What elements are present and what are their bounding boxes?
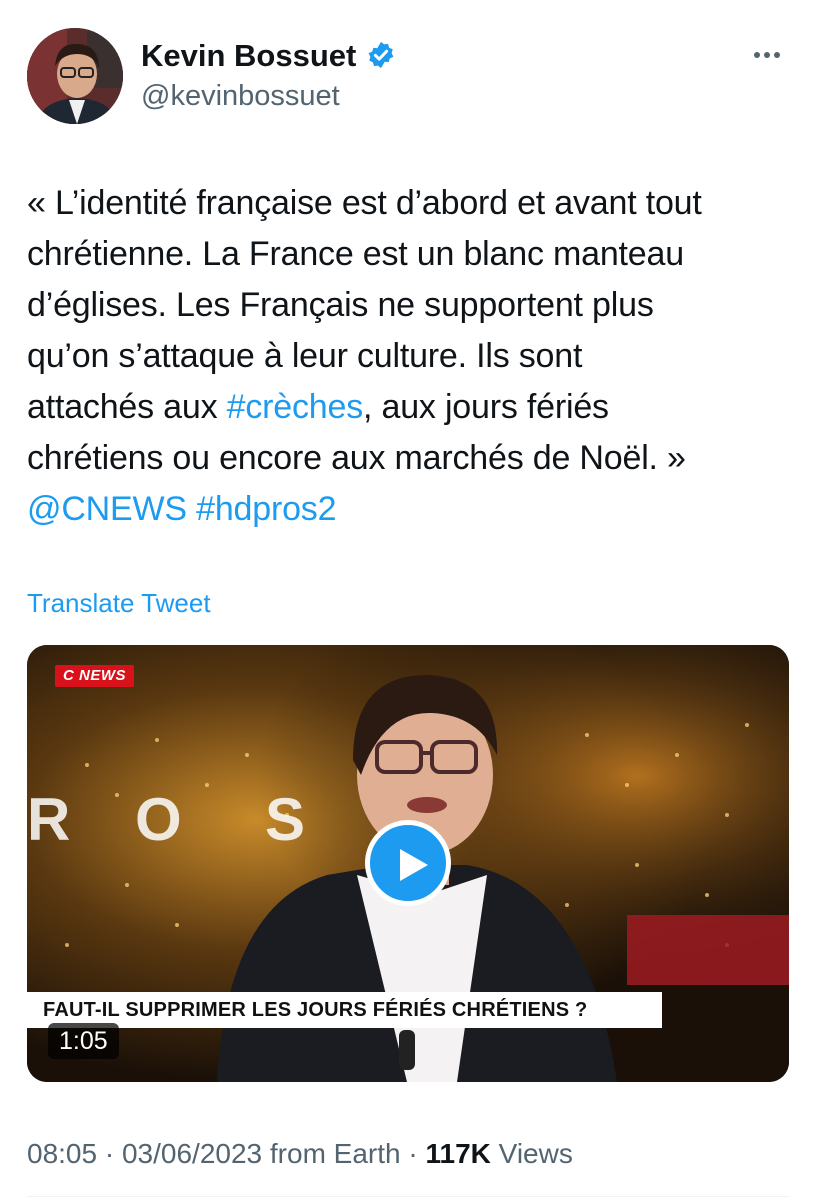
video-player[interactable]: R O S C NEWS FAUT-IL SUPPRIMER LES JOURS… — [27, 645, 789, 1082]
play-icon — [400, 849, 428, 881]
text-segment: , aux jours fériés — [363, 388, 609, 426]
avatar[interactable] — [27, 28, 123, 124]
separator: · — [97, 1138, 122, 1169]
hashtag-creches-link[interactable]: #crèches — [227, 388, 364, 426]
text-segment: d’églises. Les Français ne supportent pl… — [27, 286, 654, 324]
play-button[interactable] — [365, 820, 451, 906]
tweet-line: chrétiens ou encore aux marchés de Noël.… — [27, 433, 797, 484]
separator: · — [400, 1138, 426, 1169]
tweet-date[interactable]: 03/06/2023 — [122, 1138, 262, 1169]
tweet-line: @CNEWS #hdpros2 — [27, 484, 797, 535]
text-segment: « L’identité française est d’abord et av… — [27, 184, 702, 222]
video-caption: FAUT-IL SUPPRIMER LES JOURS FÉRIÉS CHRÉT… — [27, 992, 662, 1028]
display-name[interactable]: Kevin Bossuet — [141, 37, 356, 75]
views-count[interactable]: 117K — [425, 1138, 490, 1169]
views-label: Views — [490, 1138, 573, 1169]
tweet-text: « L’identité française est d’abord et av… — [27, 178, 797, 535]
translate-tweet-link[interactable]: Translate Tweet — [27, 586, 211, 620]
more-options-icon[interactable] — [744, 40, 790, 70]
tweet-line: qu’on s’attaque à leur culture. Ils sont — [27, 331, 797, 382]
tweet-meta: 08:05 · 03/06/2023 from Earth · 117K Vie… — [27, 1136, 573, 1172]
svg-text:S: S — [265, 786, 305, 853]
avatar-image — [27, 28, 123, 124]
text-segment — [187, 490, 196, 528]
text-segment: qu’on s’attaque à leur culture. Ils sont — [27, 337, 583, 375]
cnews-logo: C NEWS — [55, 665, 134, 687]
tweet-line: attachés aux #crèches, aux jours fériés — [27, 382, 797, 433]
tweet-source: from Earth — [262, 1138, 401, 1169]
tweet-page: Kevin Bossuet @kevinbossuet « L’identité… — [0, 0, 816, 1200]
svg-text:R: R — [27, 786, 70, 853]
divider — [27, 1196, 789, 1197]
video-duration: 1:05 — [48, 1023, 119, 1059]
tweet-time[interactable]: 08:05 — [27, 1138, 97, 1169]
svg-text:O: O — [135, 786, 182, 853]
mention-cnews-link[interactable]: @CNEWS — [27, 490, 187, 528]
text-segment: attachés aux — [27, 388, 227, 426]
text-segment: chrétiens ou encore aux marchés de Noël.… — [27, 439, 686, 477]
tweet-line: d’églises. Les Français ne supportent pl… — [27, 280, 797, 331]
hashtag-hdpros2-link[interactable]: #hdpros2 — [196, 490, 336, 528]
verified-badge-icon — [368, 41, 394, 69]
tweet-line: « L’identité française est d’abord et av… — [27, 178, 797, 229]
handle[interactable]: @kevinbossuet — [141, 79, 340, 113]
text-segment: chrétienne. La France est un blanc mante… — [27, 235, 684, 273]
tweet-line: chrétienne. La France est un blanc mante… — [27, 229, 797, 280]
